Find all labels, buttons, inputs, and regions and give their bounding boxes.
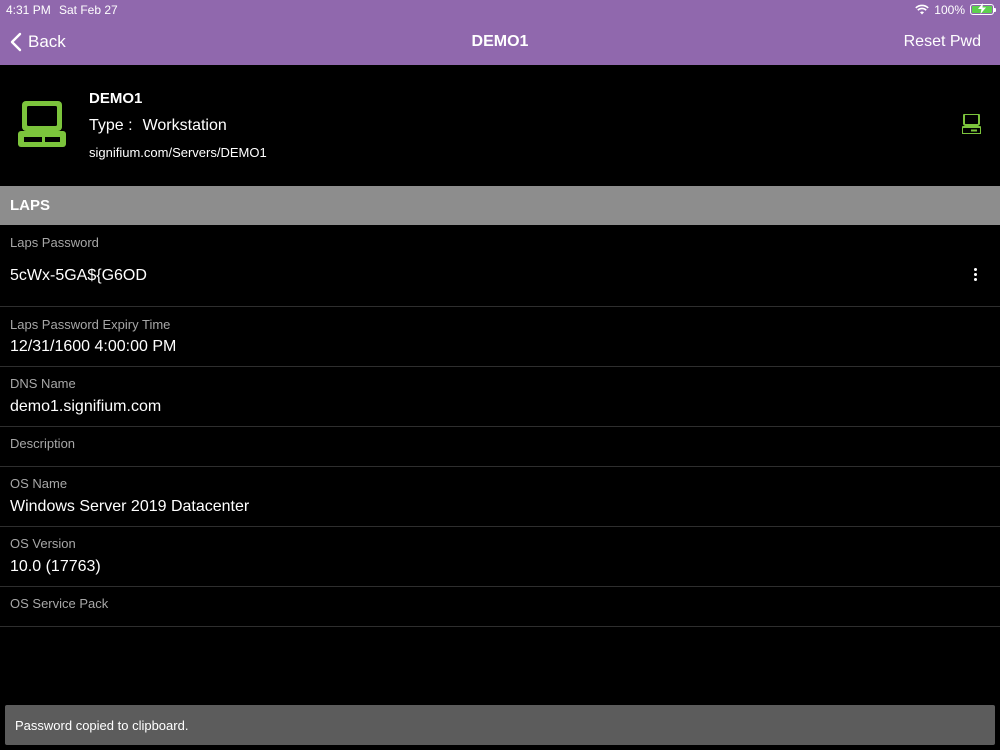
dns-name-value: demo1.signifium.com — [10, 398, 162, 415]
os-version-value: 10.0 (17763) — [10, 558, 101, 575]
os-name-value: Windows Server 2019 Datacenter — [10, 498, 250, 515]
divider — [0, 626, 1000, 627]
device-type-value: Workstation — [142, 117, 227, 134]
reset-password-button[interactable]: Reset Pwd — [904, 33, 981, 51]
divider — [0, 526, 1000, 527]
section-title: LAPS — [10, 197, 51, 214]
dns-name-label: DNS Name — [10, 376, 76, 391]
toast-message: Password copied to clipboard. — [15, 718, 189, 733]
status-indicators: 100% — [915, 2, 996, 17]
divider — [0, 306, 1000, 307]
toast-notification: Password copied to clipboard. — [5, 705, 995, 745]
status-time: 4:31 PM — [6, 3, 51, 17]
expiry-time-value: 12/31/1600 4:00:00 PM — [10, 338, 177, 355]
navigation-bar: 4:31 PM Sat Feb 27 100% Back DEMO1 Reset… — [0, 0, 1000, 65]
page-title: DEMO1 — [471, 33, 529, 50]
os-name-label: OS Name — [10, 476, 68, 491]
divider — [0, 426, 1000, 427]
device-type-row: Type : Workstation — [89, 117, 227, 135]
status-date: Sat Feb 27 — [59, 3, 118, 17]
more-options-icon[interactable] — [974, 268, 978, 283]
divider — [0, 366, 1000, 367]
battery-percentage: 100% — [934, 2, 965, 17]
expiry-time-label: Laps Password Expiry Time — [10, 317, 171, 332]
device-type-label: Type : — [89, 117, 133, 134]
laps-password-value[interactable]: 5cWx-5GA${G6OD — [10, 267, 147, 285]
os-service-pack-label: OS Service Pack — [10, 596, 109, 611]
os-version-label: OS Version — [10, 536, 76, 551]
battery-icon — [970, 3, 996, 15]
description-label: Description — [10, 436, 76, 451]
computer-icon — [18, 101, 66, 147]
divider — [0, 586, 1000, 587]
laps-password-label: Laps Password — [10, 235, 99, 250]
device-path: signifium.com/Servers/DEMO1 — [89, 145, 267, 160]
wifi-icon — [915, 4, 930, 15]
computer-small-icon[interactable] — [962, 114, 981, 134]
charging-bolt-icon — [978, 3, 986, 14]
device-name: DEMO1 — [89, 90, 143, 107]
divider — [0, 466, 1000, 467]
section-header — [0, 186, 1000, 225]
